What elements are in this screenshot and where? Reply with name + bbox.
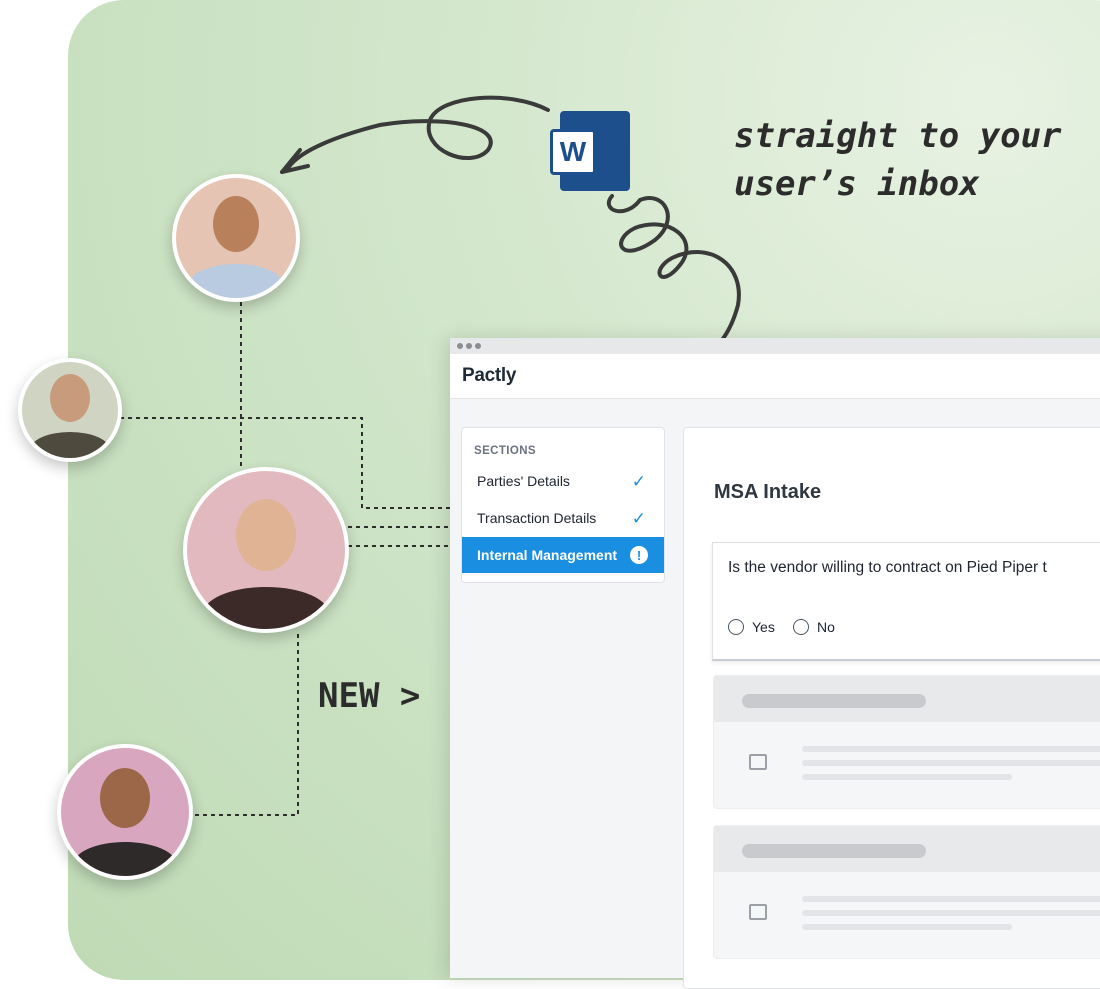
window-dot[interactable] [475,343,481,349]
word-document-icon: W [550,111,630,191]
sections-header: SECTIONS [474,445,536,457]
placeholder-card [713,675,1100,809]
avatar-woman-center [183,467,349,633]
app-topbar: Pactly [450,354,1100,399]
section-item-label: Parties' Details [477,473,570,489]
app-window: Pactly SECTIONS Parties' Details ✓ Trans… [450,338,1100,989]
radio-circle-icon[interactable] [728,619,744,635]
question-card: Is the vendor willing to contract on Pie… [712,542,1100,661]
avatar-head [213,196,259,252]
radio-circle-icon[interactable] [793,619,809,635]
avatar-man-left [18,358,122,462]
placeholder-line [802,896,1100,902]
document-icon [749,904,767,920]
avatar-man-bottom [57,744,193,880]
placeholder-line [802,910,1100,916]
radio-no[interactable]: No [793,619,835,635]
window-dot[interactable] [457,343,463,349]
curly-arrow-to-avatar [286,95,550,170]
avatar-head [236,499,296,571]
check-icon: ✓ [631,472,646,491]
placeholder-pill [742,844,926,858]
radio-label: No [817,619,835,635]
avatar-head [100,768,150,828]
new-label: NEW > [318,676,421,716]
window-dot[interactable] [466,343,472,349]
avatar-shoulders [73,842,177,876]
placeholder-line [802,924,1012,930]
window-titlebar [450,338,1100,354]
pactly-logo[interactable]: Pactly [462,365,516,387]
radio-yes[interactable]: Yes [728,619,775,635]
placeholder-line [802,774,1012,780]
tagline-line-2: user’s inbox [734,164,980,204]
document-icon [749,754,767,770]
dotted-line-bottom-avatar [192,634,299,816]
section-item-transaction-details[interactable]: Transaction Details ✓ [462,500,664,536]
section-item-label: Transaction Details [477,510,597,526]
placeholder-card [713,825,1100,959]
radio-label: Yes [752,619,775,635]
section-item-internal-management[interactable]: Internal Management ! [462,537,664,573]
spiral-line-to-app [606,194,741,342]
word-icon-letter: W [550,129,596,175]
form-title: MSA Intake [714,481,822,503]
placeholder-pill [742,694,926,708]
placeholder-line [802,746,1100,752]
avatar-head [50,374,90,422]
avatar-shoulders [203,587,329,629]
check-icon: ✓ [631,509,646,528]
placeholder-line [802,760,1100,766]
avatar-shoulders [188,264,284,298]
sections-panel: SECTIONS Parties' Details ✓ Transaction … [461,427,665,583]
avatar-shoulders [30,432,110,458]
section-item-parties-details[interactable]: Parties' Details ✓ [462,463,664,499]
tagline-line-1: straight to your [734,116,1062,156]
question-text: Is the vendor willing to contract on Pie… [728,559,1047,576]
section-item-label: Internal Management [477,547,618,563]
avatar-woman-top [172,174,300,302]
exclamation-icon: ! [630,546,648,564]
